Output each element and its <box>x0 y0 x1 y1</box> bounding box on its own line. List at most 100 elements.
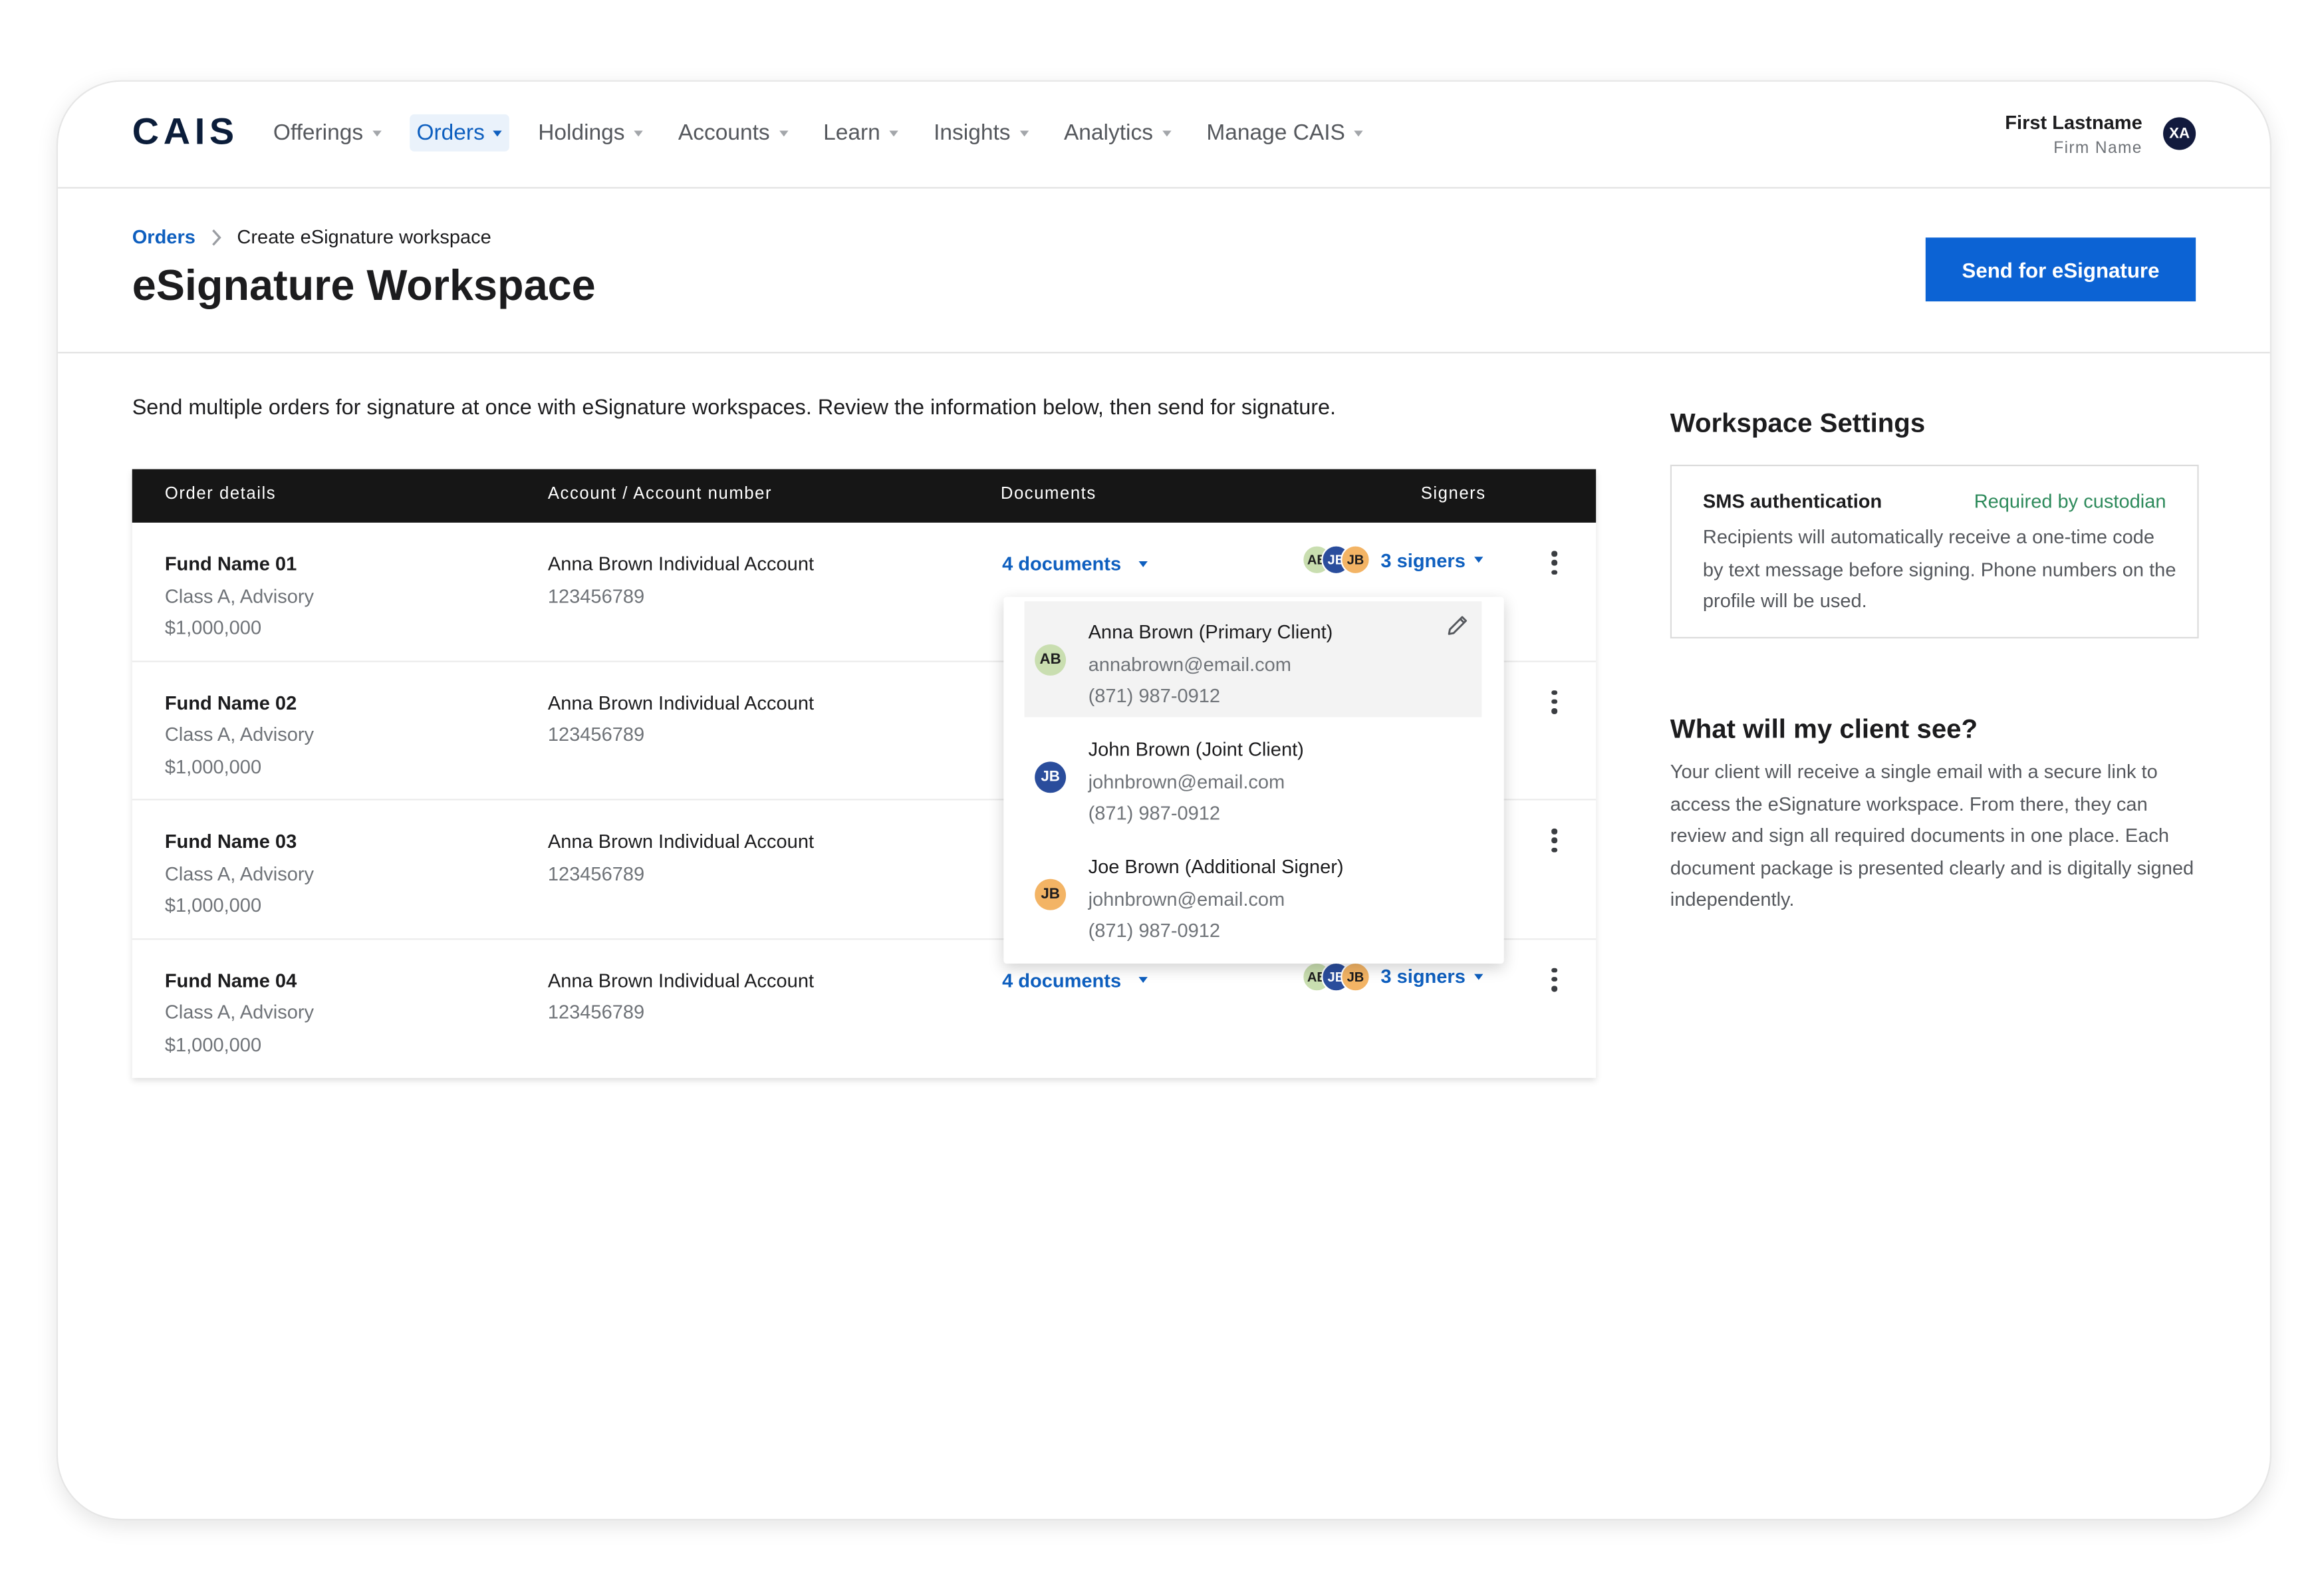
chevron-down-icon <box>1354 130 1363 136</box>
user-menu[interactable]: First Lastname Firm Name <box>2005 111 2142 157</box>
workspace-settings-title: Workspace Settings <box>1670 408 1926 438</box>
cais-logo[interactable]: CAIS <box>132 111 239 154</box>
send-for-esignature-button[interactable]: Send for eSignature <box>1925 237 2196 302</box>
app-window: CAIS Offerings Orders Holdings Accounts … <box>56 80 2272 1521</box>
chevron-down-icon <box>493 130 503 136</box>
signer-name: Joe Brown (Additional Signer) <box>1088 855 1344 878</box>
fund-class: Class A, Advisory <box>164 723 315 745</box>
signer-email: johnbrown@email.com <box>1088 769 1285 793</box>
signer-item-joint[interactable]: JB John Brown (Joint Client) johnbrown@e… <box>1025 719 1482 835</box>
status-badge: Required by custodian <box>1974 489 2166 513</box>
order-details-cell: Fund Name 04 Class A, Advisory $1,000,00… <box>165 964 314 1060</box>
page-title: eSignature Workspace <box>132 263 596 311</box>
fund-class: Class A, Advisory <box>164 584 315 607</box>
signer-phone: (871) 987-0912 <box>1088 684 1221 707</box>
table-header: Order details Account / Account number D… <box>132 469 1597 523</box>
account-name: Anna Brown Individual Account <box>547 830 815 853</box>
client-view-title: What will my client see? <box>1670 714 1978 744</box>
user-firm: Firm Name <box>2053 139 2142 158</box>
fund-amount: $1,000,000 <box>164 616 262 639</box>
nav-item-learn[interactable]: Learn <box>816 114 906 152</box>
avatar: AB <box>1035 644 1067 676</box>
account-cell: Anna Brown Individual Account 123456789 <box>548 964 814 1028</box>
chevron-down-icon <box>1019 130 1029 136</box>
signer-phone: (871) 987-0912 <box>1088 919 1221 942</box>
sms-description: Recipients will automatically receive a … <box>1702 525 2176 612</box>
fund-name: Fund Name 03 <box>164 830 297 853</box>
account-number: 123456789 <box>547 584 645 607</box>
chevron-down-icon <box>372 130 381 136</box>
account-number: 123456789 <box>547 1000 645 1023</box>
avatar: JB <box>1035 761 1067 793</box>
signer-name: John Brown (Joint Client) <box>1088 737 1304 761</box>
signer-item-primary[interactable]: AB Anna Brown (Primary Client) annabrown… <box>1024 601 1482 718</box>
client-view-description: Your client will receive a single email … <box>1670 760 2194 910</box>
account-name: Anna Brown Individual Account <box>547 552 815 575</box>
avatar[interactable]: XA <box>2163 117 2196 150</box>
kebab-menu-icon[interactable] <box>1543 687 1567 717</box>
nav-item-orders[interactable]: Orders <box>409 114 510 152</box>
pencil-icon[interactable] <box>1446 613 1470 637</box>
signer-name: Anna Brown (Primary Client) <box>1088 620 1333 643</box>
signer-email: annabrown@email.com <box>1088 652 1291 675</box>
account-cell: Anna Brown Individual Account 123456789 <box>548 825 814 889</box>
intro-text: Send multiple orders for signature at on… <box>132 396 1337 420</box>
sms-authentication-card: SMS authentication Required by custodian… <box>1670 464 2199 639</box>
fund-name: Fund Name 02 <box>164 691 297 714</box>
fund-amount: $1,000,000 <box>164 1032 262 1055</box>
breadcrumb-orders-link[interactable]: Orders <box>132 225 195 247</box>
kebab-menu-icon[interactable] <box>1543 825 1567 855</box>
account-name: Anna Brown Individual Account <box>547 691 815 714</box>
nav-item-holdings[interactable]: Holdings <box>531 114 650 152</box>
nav-item-offerings[interactable]: Offerings <box>266 114 388 152</box>
account-name: Anna Brown Individual Account <box>547 968 815 992</box>
order-details-cell: Fund Name 01 Class A, Advisory $1,000,00… <box>165 548 314 644</box>
kebab-menu-icon[interactable] <box>1543 964 1567 994</box>
signer-item-additional[interactable]: JB Joe Brown (Additional Signer) johnbro… <box>1025 836 1482 952</box>
signers-cell: AB JB JB 3 signers <box>1302 961 1484 992</box>
column-header-order-details: Order details <box>164 485 277 503</box>
account-cell: Anna Brown Individual Account 123456789 <box>548 687 814 751</box>
nav-item-analytics[interactable]: Analytics <box>1057 114 1178 152</box>
nav-item-insights[interactable]: Insights <box>926 114 1036 152</box>
signers-popover: AB Anna Brown (Primary Client) annabrown… <box>1003 597 1504 964</box>
fund-class: Class A, Advisory <box>164 1000 315 1023</box>
nav-item-accounts[interactable]: Accounts <box>671 114 795 152</box>
chevron-down-icon <box>1474 973 1484 980</box>
account-number: 123456789 <box>547 723 645 745</box>
chevron-down-icon <box>1138 977 1148 984</box>
sms-title: SMS authentication <box>1702 489 1882 513</box>
workspace-settings-panel: Workspace Settings SMS authentication Re… <box>1670 408 2199 910</box>
signer-email: johnbrown@email.com <box>1088 887 1285 910</box>
column-header-signers: Signers <box>1420 485 1486 503</box>
avatar: JB <box>1341 961 1370 992</box>
signer-phone: (871) 987-0912 <box>1088 801 1221 825</box>
chevron-down-icon <box>889 130 898 136</box>
account-number: 123456789 <box>547 862 645 884</box>
nav-item-manage-cais[interactable]: Manage CAIS <box>1199 114 1370 152</box>
user-name: First Lastname <box>2005 111 2142 134</box>
order-details-cell: Fund Name 03 Class A, Advisory $1,000,00… <box>165 825 314 921</box>
chevron-down-icon <box>1474 557 1484 563</box>
fund-class: Class A, Advisory <box>164 862 315 884</box>
page-header: Orders Create eSignature workspace eSign… <box>58 189 2270 354</box>
fund-amount: $1,000,000 <box>164 755 262 777</box>
fund-name: Fund Name 01 <box>164 552 297 575</box>
order-details-cell: Fund Name 02 Class A, Advisory $1,000,00… <box>165 687 314 783</box>
nav-menu: Offerings Orders Holdings Accounts Learn… <box>266 114 1391 152</box>
signers-dropdown[interactable]: 3 signers <box>1380 549 1484 571</box>
avatar: JB <box>1341 545 1370 575</box>
chevron-down-icon <box>779 130 788 136</box>
avatar: JB <box>1035 878 1067 910</box>
kebab-menu-icon[interactable] <box>1543 548 1567 578</box>
stage: CAIS Offerings Orders Holdings Accounts … <box>0 0 2322 1596</box>
documents-dropdown[interactable]: 4 documents <box>1002 969 1148 991</box>
signers-dropdown[interactable]: 3 signers <box>1380 965 1484 988</box>
column-header-documents: Documents <box>1000 485 1096 503</box>
fund-name: Fund Name 04 <box>164 968 297 992</box>
column-header-account: Account / Account number <box>547 485 773 503</box>
chevron-down-icon <box>1162 130 1171 136</box>
breadcrumb: Orders Create eSignature workspace <box>132 225 491 247</box>
signers-cell: AB JB JB 3 signers <box>1302 545 1484 575</box>
documents-dropdown[interactable]: 4 documents <box>1002 553 1148 575</box>
